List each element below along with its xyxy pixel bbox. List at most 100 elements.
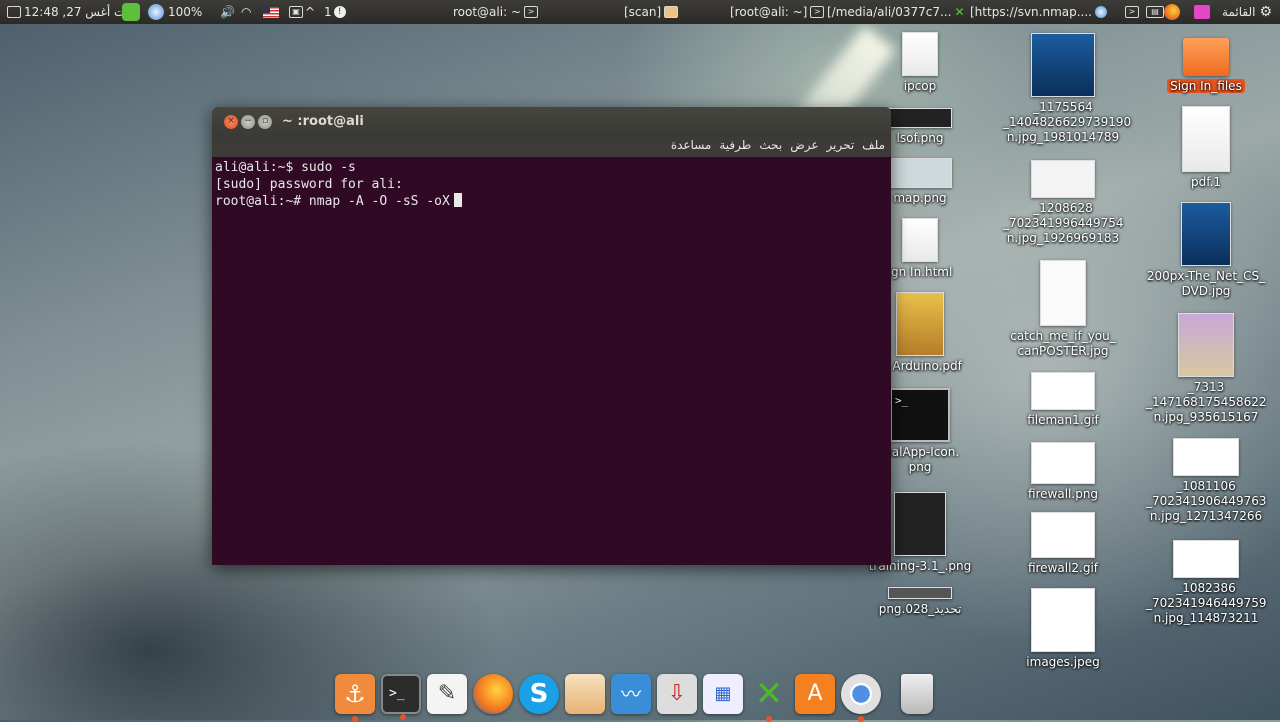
minimize-icon[interactable]: − xyxy=(241,115,255,129)
volume-icon[interactable]: 🔊 xyxy=(220,0,235,24)
task-media[interactable]: [/media/ali/0377c7... ✕ xyxy=(827,0,965,24)
icon-label: fileman1.gif xyxy=(1027,413,1099,427)
wifi-icon[interactable]: ◠ xyxy=(241,0,251,24)
clock-text: 12:48 ,27 ت أغس xyxy=(24,5,126,19)
image-thumbnail xyxy=(1040,260,1086,326)
desktop-icon-pdf1[interactable]: pdf.1 xyxy=(1146,106,1266,190)
desktop-icon-fileman1[interactable]: fileman1.gif xyxy=(1003,372,1123,428)
image-thumbnail xyxy=(1031,160,1095,198)
window-titlebar[interactable]: × − ▫ ~ :root@ali xyxy=(212,107,891,137)
keyboard-layout-icon[interactable]: ▣ xyxy=(286,0,306,24)
battery-indicator[interactable]: 100% xyxy=(148,0,202,24)
archive-icon xyxy=(664,6,679,18)
close-icon[interactable]: × xyxy=(224,115,238,129)
installer-icon[interactable]: ⇩ xyxy=(657,673,697,714)
desktop-icon-1175564[interactable]: _1175564 _1404826629739190 n.jpg_1981014… xyxy=(1003,33,1132,145)
icon-label: 200px-The_Net_CS_ DVD.jpg xyxy=(1146,269,1266,298)
xmind-app-icon[interactable]: ✕ xyxy=(749,674,789,722)
icon-label: Sign In_files xyxy=(1167,79,1245,93)
menu-file[interactable]: ملف xyxy=(862,138,885,152)
app-icon[interactable] xyxy=(1194,0,1210,24)
desktop-icon-1081106[interactable]: _1081106 _702341906449763 n.jpg_12713472… xyxy=(1146,438,1267,524)
image-thumbnail xyxy=(1031,372,1095,410)
terminal-icon: >_ xyxy=(890,388,950,442)
terminal-window[interactable]: × − ▫ ~ :root@ali ملف تحرير عرض بحث طرفي… xyxy=(212,107,891,565)
terminal-line: root@ali:~# nmap -A -O -sS -oX xyxy=(215,194,450,209)
battery-text: 100% xyxy=(168,5,203,19)
menu-help[interactable]: مساعدة xyxy=(671,138,712,152)
icon-label: _7313 _147168175458622 n.jpg_935615167 xyxy=(1146,380,1267,424)
image-thumbnail xyxy=(1031,588,1095,652)
task-scan[interactable]: [scan] xyxy=(624,0,681,24)
task-label: [https://svn.nmap.... xyxy=(970,5,1092,19)
terminal-app-icon[interactable]: >_ xyxy=(381,673,421,720)
file-icon xyxy=(902,218,938,262)
desktop-icon-1082386[interactable]: _1082386 _702341946449759 n.jpg_11487321… xyxy=(1146,540,1267,626)
xmind-icon: ✕ xyxy=(954,5,965,19)
icon-label: images.jpeg xyxy=(1026,655,1100,669)
desktop-icon-images[interactable]: images.jpeg xyxy=(1003,588,1123,670)
desktop-icon-screenshot[interactable]: png.028_تحديد xyxy=(860,587,980,617)
image-thumbnail xyxy=(1173,438,1239,476)
terminal-screen[interactable]: ali@ali:~$ sudo -s [sudo] password for a… xyxy=(212,157,891,565)
image-thumbnail xyxy=(1031,512,1095,558)
software-center-icon[interactable]: A xyxy=(795,673,835,714)
desktop-icon-signin-files[interactable]: Sign In_files xyxy=(1146,38,1266,94)
image-thumbnail xyxy=(888,108,952,128)
icon-label: firewall.png xyxy=(1027,487,1099,501)
flag-icon[interactable] xyxy=(263,0,279,24)
main-menu[interactable]: القائمة ⚙ xyxy=(1222,0,1272,24)
maximize-icon[interactable]: ▫ xyxy=(258,115,272,129)
folder-icon xyxy=(1183,38,1229,76)
desktop-icon-catch-me[interactable]: catch_me_if_you_ canPOSTER.jpg xyxy=(1003,260,1123,359)
task-svn-nmap[interactable]: [https://svn.nmap.... xyxy=(970,0,1107,24)
menu-view[interactable]: عرض xyxy=(790,138,818,152)
anchor-app-icon[interactable]: ⚓ xyxy=(335,673,375,722)
desktop-icon-ipcop[interactable]: ipcop xyxy=(860,32,980,94)
image-thumbnail xyxy=(896,292,944,356)
icon-label: _1081106 _702341906449763 n.jpg_12713472… xyxy=(1146,479,1267,523)
menu-search[interactable]: بحث xyxy=(759,138,782,152)
firefox-app-icon[interactable] xyxy=(473,673,513,714)
desktop-icon-1208628[interactable]: _1208628 _702341996449754 n.jpg_19269691… xyxy=(1003,160,1124,246)
text-editor-icon[interactable]: ✎ xyxy=(427,673,467,714)
icon-label: pdf.1 xyxy=(1190,175,1222,189)
task-label: [/media/ali/0377c7... xyxy=(827,5,952,19)
desktop-icon-7313[interactable]: _7313 _147168175458622 n.jpg_935615167 xyxy=(1146,313,1267,425)
menu-terminal[interactable]: طرفية xyxy=(719,138,751,152)
task-label: [root@ali: ~] xyxy=(730,5,808,19)
terminal-icon: > xyxy=(524,6,538,18)
terminal-menubar: ملف تحرير عرض بحث طرفية مساعدة xyxy=(212,137,891,157)
icon-label: _1175564 _1404826629739190 n.jpg_1981014… xyxy=(1003,100,1132,144)
alert-icon: ! xyxy=(333,6,346,18)
chromium-app-icon[interactable] xyxy=(841,673,881,722)
terminal-launcher-icon[interactable]: > xyxy=(1122,0,1142,24)
trash-icon[interactable] xyxy=(901,673,933,714)
notifications[interactable]: 1 ! xyxy=(324,0,346,24)
task-root-ali-2[interactable]: [root@ali: ~] > xyxy=(730,0,827,24)
system-monitor-icon[interactable]: 〰 xyxy=(611,673,651,714)
firefox-icon[interactable] xyxy=(1164,0,1180,24)
image-thumbnail xyxy=(888,158,952,188)
task-root-ali[interactable]: root@ali: ~ > xyxy=(453,0,541,24)
desktop-icon-firewall2[interactable]: firewall2.gif xyxy=(1003,512,1123,576)
notify-count: 1 xyxy=(324,5,332,19)
desktop-icon-firewall[interactable]: firewall.png xyxy=(1003,442,1123,502)
skype-icon[interactable]: S xyxy=(519,673,559,714)
desktop-icon-the-net[interactable]: 200px-The_Net_CS_ DVD.jpg xyxy=(1146,202,1266,299)
green-indicator-icon[interactable] xyxy=(122,0,140,24)
chevron-up-icon[interactable]: ^ xyxy=(305,0,315,24)
task-label: [scan] xyxy=(624,5,662,19)
terminal-input-line[interactable]: root@ali:~# nmap -A -O -sS -oX xyxy=(215,193,888,210)
menu-edit[interactable]: تحرير xyxy=(827,138,855,152)
icon-label: ipcop xyxy=(903,79,937,93)
battery-icon xyxy=(148,4,164,20)
image-viewer-icon[interactable]: ▦ xyxy=(703,673,743,714)
icon-label: _1208628 _702341996449754 n.jpg_19269691… xyxy=(1003,201,1124,245)
icon-label: firewall2.gif xyxy=(1027,561,1099,575)
top-panel: 12:48 ,27 ت أغس 100% 🔊 ◠ ▣ ^ 1 ! root@al… xyxy=(0,0,1280,24)
archive-manager-icon[interactable] xyxy=(565,673,605,714)
image-thumbnail xyxy=(1031,33,1095,97)
clock[interactable]: 12:48 ,27 ت أغس xyxy=(4,0,125,24)
terminal-icon: > xyxy=(810,6,825,18)
